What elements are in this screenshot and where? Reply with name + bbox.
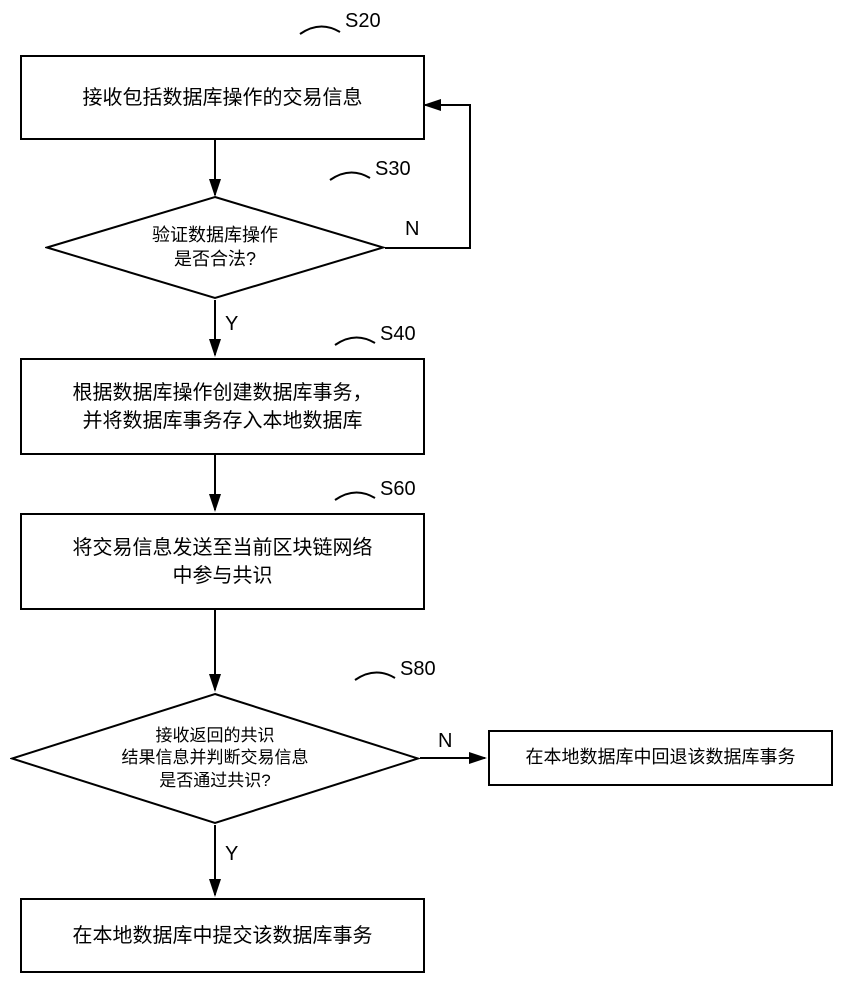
step-label-s40: S40 xyxy=(380,323,416,346)
step-label-s60: S60 xyxy=(380,478,416,501)
step-s30-text: 验证数据库操作 是否合法? xyxy=(152,224,278,271)
step-s60-text: 将交易信息发送至当前区块链网络 中参与共识 xyxy=(73,534,373,590)
step-commit-box: 在本地数据库中提交该数据库事务 xyxy=(20,898,425,973)
step-label-s80: S80 xyxy=(400,658,436,681)
step-s20-box: 接收包括数据库操作的交易信息 xyxy=(20,55,425,140)
step-label-s20: S20 xyxy=(345,10,381,33)
step-s80-diamond: 接收返回的共识 结果信息并判断交易信息 是否通过共识? xyxy=(10,692,420,825)
step-s80-text: 接收返回的共识 结果信息并判断交易信息 是否通过共识? xyxy=(122,725,309,791)
step-s30-diamond: 验证数据库操作 是否合法? xyxy=(45,195,385,300)
step-commit-text: 在本地数据库中提交该数据库事务 xyxy=(73,922,373,950)
step-rollback-text: 在本地数据库中回退该数据库事务 xyxy=(526,745,796,770)
s30-no-label: N xyxy=(405,218,419,241)
step-s40-text: 根据数据库操作创建数据库事务， 并将数据库事务存入本地数据库 xyxy=(73,379,373,435)
step-s60-box: 将交易信息发送至当前区块链网络 中参与共识 xyxy=(20,513,425,610)
s30-yes-label: Y xyxy=(225,313,238,336)
connectors xyxy=(0,0,845,1000)
step-rollback-box: 在本地数据库中回退该数据库事务 xyxy=(488,730,833,786)
step-s40-box: 根据数据库操作创建数据库事务， 并将数据库事务存入本地数据库 xyxy=(20,358,425,455)
s80-no-label: N xyxy=(438,730,452,753)
step-label-s30: S30 xyxy=(375,158,411,181)
step-s20-text: 接收包括数据库操作的交易信息 xyxy=(83,84,363,112)
s80-yes-label: Y xyxy=(225,843,238,866)
